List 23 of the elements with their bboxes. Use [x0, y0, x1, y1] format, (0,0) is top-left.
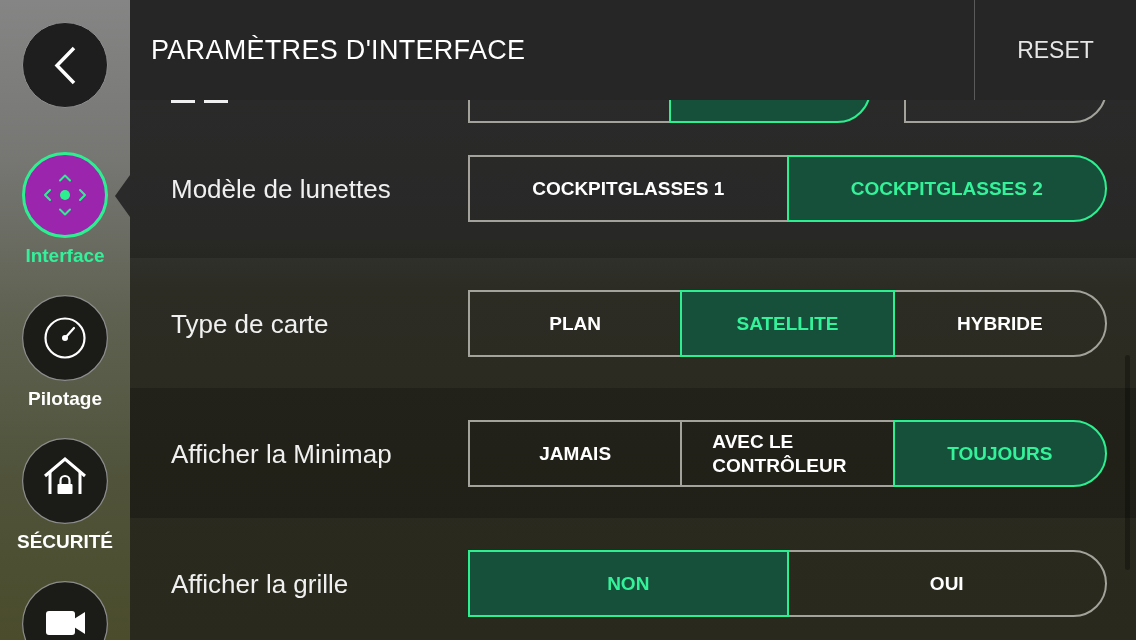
setting-label: Afficher la Minimap: [171, 437, 393, 470]
gauge-icon: [22, 295, 108, 381]
segment-option[interactable]: COCKPITGLASSES 1: [468, 155, 789, 222]
dashes-icon: [171, 100, 228, 103]
setting-label: Type de carte: [171, 307, 330, 340]
segment-option[interactable]: NON: [468, 550, 789, 617]
selection-pointer-icon: [115, 175, 130, 217]
setting-label: Modèle de lunettes: [171, 172, 392, 205]
sidebar-item[interactable]: SÉCURITÉ: [0, 438, 130, 554]
chevron-left-icon: [54, 45, 76, 85]
setting-label: Afficher la grille: [171, 567, 350, 600]
segment-option[interactable]: COCKPITGLASSES 2: [786, 155, 1107, 222]
reset-button[interactable]: RESET: [975, 0, 1136, 100]
segment-option[interactable]: SATELLITE: [680, 290, 895, 357]
sidebar-item[interactable]: Pilotage: [0, 295, 130, 411]
direction-arrows-icon: [22, 152, 108, 238]
segment-option[interactable]: OUI: [786, 550, 1107, 617]
segment-option[interactable]: HYBRIDE: [892, 290, 1107, 357]
segment-option[interactable]: TOUJOURS: [892, 420, 1107, 487]
segment-option[interactable]: JAMAIS: [468, 420, 683, 487]
sidebar-item[interactable]: Interface: [0, 152, 130, 268]
page-title: PARAMÈTRES D'INTERFACE: [150, 34, 527, 67]
house-lock-icon: [22, 438, 108, 524]
